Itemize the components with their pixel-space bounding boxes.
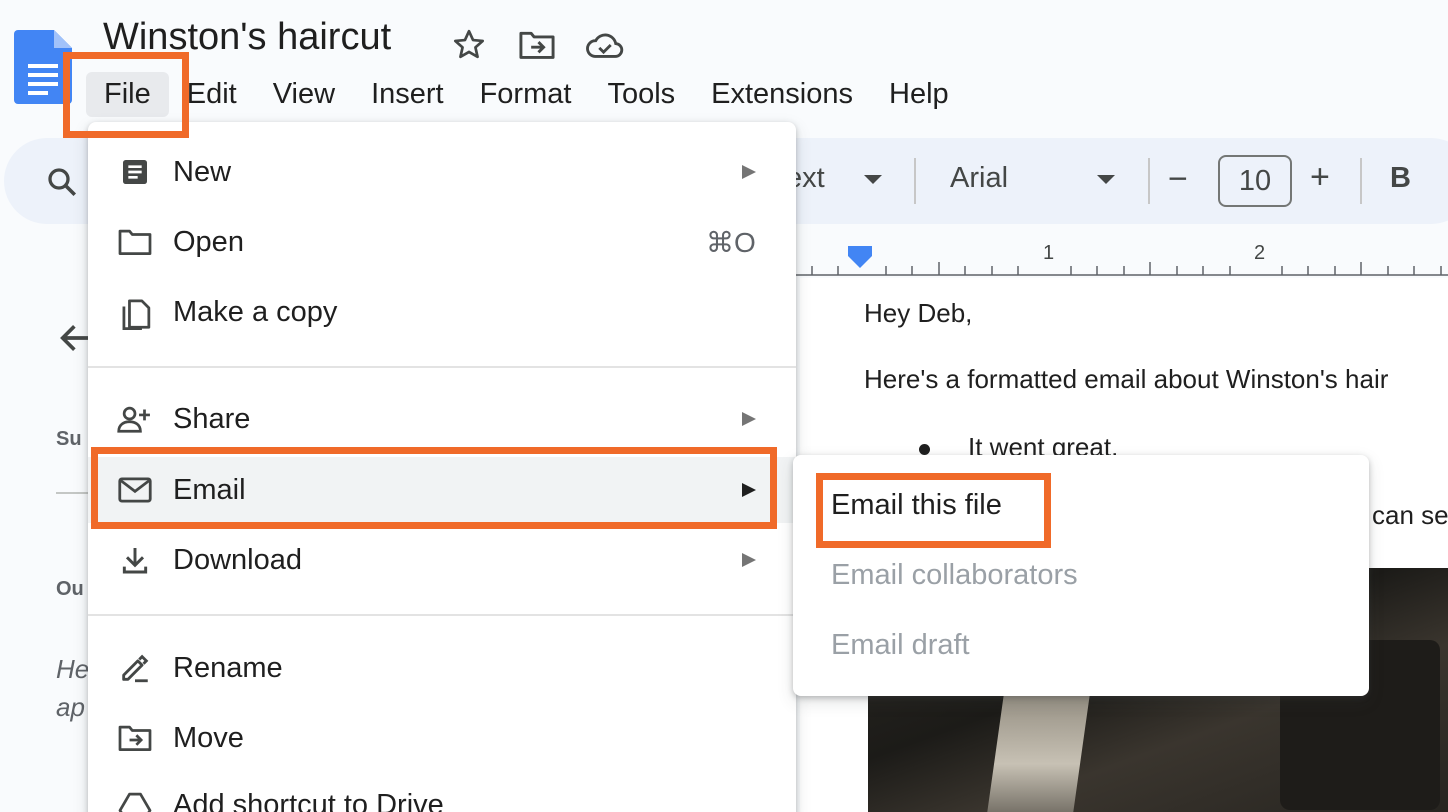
email-this-file-option[interactable]: Email this file [831, 489, 1002, 522]
photo-detail [986, 680, 1092, 812]
file-menu-make-copy[interactable]: Make a copy [88, 279, 796, 345]
email-submenu: Email this file Email collaborators Emai… [793, 455, 1369, 696]
file-menu-share[interactable]: Share [88, 386, 796, 452]
mail-icon [116, 471, 154, 509]
ruler-label-1: 1 [1043, 242, 1055, 264]
ruler-label-2: 2 [1254, 242, 1266, 264]
star-icon[interactable] [448, 24, 490, 66]
style-dropdown-caret-icon[interactable] [864, 175, 882, 184]
move-folder-icon[interactable] [516, 24, 558, 66]
file-menu-open[interactable]: Open ⌘O [88, 209, 796, 275]
menu-format[interactable]: Format [462, 72, 590, 117]
toolbar-divider [914, 158, 916, 204]
decrease-font-size-button[interactable]: − [1168, 160, 1188, 199]
move-folder-icon [116, 719, 154, 757]
bullet-point [919, 444, 930, 455]
menu-insert[interactable]: Insert [353, 72, 462, 117]
copy-icon [116, 293, 154, 331]
font-size-input[interactable]: 10 [1218, 155, 1292, 207]
file-menu-move[interactable]: Move [88, 705, 796, 771]
file-menu-label: Open [173, 225, 244, 258]
file-menu-add-shortcut[interactable]: Add shortcut to Drive [88, 772, 796, 812]
file-menu-rename[interactable]: Rename [88, 635, 796, 701]
menu-tools[interactable]: Tools [589, 72, 693, 117]
google-docs-logo[interactable] [14, 30, 72, 104]
folder-icon [116, 223, 154, 261]
doc-partial-text[interactable]: can se [1372, 500, 1448, 531]
file-menu-label: Make a copy [173, 295, 338, 328]
file-menu-label: Share [173, 402, 251, 435]
submenu-arrow-icon [742, 553, 756, 567]
file-menu-email[interactable]: Email [88, 457, 796, 523]
menu-help[interactable]: Help [871, 72, 967, 117]
file-menu-label: Rename [173, 651, 283, 684]
outline-label: Ou [56, 578, 84, 600]
file-menu-label: New [173, 155, 232, 188]
bold-button[interactable]: B [1390, 162, 1411, 195]
email-collaborators-option: Email collaborators [831, 559, 1078, 591]
menu-file[interactable]: File [86, 72, 169, 117]
toolbar-divider [1148, 158, 1150, 204]
increase-font-size-button[interactable]: + [1310, 158, 1330, 197]
file-menu-label: Add shortcut to Drive [173, 788, 444, 812]
submenu-arrow-icon [742, 483, 756, 497]
outline-entry[interactable]: ap [56, 692, 85, 723]
file-menu-label: Email [173, 473, 246, 506]
file-menu-label: Move [173, 721, 244, 754]
file-menu-new[interactable]: New [88, 139, 796, 205]
drive-shortcut-icon [116, 786, 154, 812]
menu-divider [88, 366, 796, 368]
download-icon [116, 541, 154, 579]
document-title[interactable]: Winston's haircut [103, 16, 391, 59]
submenu-arrow-icon [742, 412, 756, 426]
email-draft-option: Email draft [831, 629, 970, 661]
menu-extensions[interactable]: Extensions [693, 72, 871, 117]
rename-pen-icon [116, 649, 154, 687]
doc-greeting[interactable]: Hey Deb, [864, 298, 972, 329]
font-dropdown-caret-icon[interactable] [1097, 175, 1115, 184]
menu-edit[interactable]: Edit [169, 72, 255, 117]
search-menus-icon[interactable] [44, 164, 80, 205]
file-menu-dropdown: New Open ⌘O Make a copy Share Email Down… [88, 122, 796, 812]
horizontal-ruler[interactable] [796, 236, 1448, 276]
cloud-saved-icon[interactable] [584, 24, 626, 66]
menu-view[interactable]: View [255, 72, 353, 117]
submenu-arrow-icon [742, 165, 756, 179]
file-menu-download[interactable]: Download [88, 527, 796, 593]
keyboard-shortcut: ⌘O [706, 226, 756, 258]
menu-bar: File Edit View Insert Format Tools Exten… [86, 72, 967, 117]
outline-entry[interactable]: He [56, 654, 89, 685]
doc-paragraph[interactable]: Here's a formatted email about Winston's… [864, 364, 1388, 395]
summary-label: Su [56, 428, 82, 450]
share-person-icon [116, 400, 154, 438]
toolbar-divider [1360, 158, 1362, 204]
menu-divider [88, 614, 796, 616]
document-icon [116, 153, 154, 191]
file-menu-label: Download [173, 543, 302, 576]
font-dropdown[interactable]: Arial [950, 162, 1008, 195]
